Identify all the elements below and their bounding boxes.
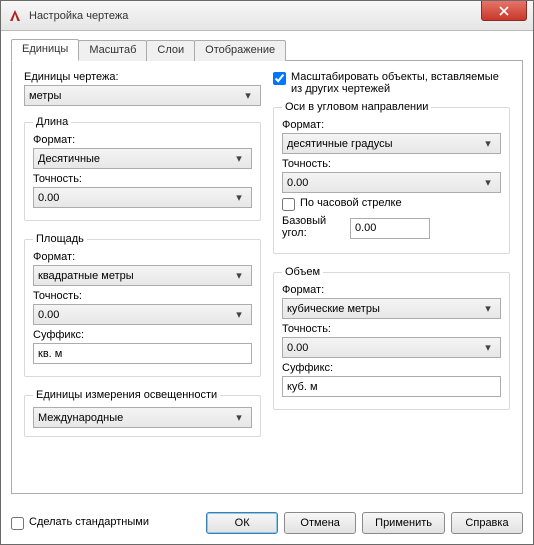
volume-suffix-input[interactable]: куб. м [282, 376, 501, 397]
area-precision-label: Точность: [33, 290, 252, 302]
volume-precision-label: Точность: [282, 323, 501, 335]
length-format-value: Десятичные [38, 153, 100, 165]
tab-body-units: Единицы чертежа: метры ▾ Длина Формат: Д… [11, 61, 523, 494]
chevron-down-icon: ▾ [480, 176, 496, 189]
area-group: Площадь Формат: квадратные метры ▾ Точно… [24, 233, 261, 377]
chevron-down-icon: ▾ [231, 152, 247, 165]
volume-format-combo[interactable]: кубические метры ▾ [282, 298, 501, 319]
ok-button[interactable]: ОК [206, 512, 278, 534]
angle-group: Оси в угловом направлении Формат: десяти… [273, 101, 510, 254]
tab-strip: Единицы Масштаб Слои Отображение [11, 39, 523, 61]
left-column: Единицы чертежа: метры ▾ Длина Формат: Д… [24, 71, 261, 483]
illum-legend: Единицы измерения освещенности [33, 389, 220, 401]
clockwise-check[interactable]: По часовой стрелке [282, 197, 501, 211]
base-angle-label: Базовый угол: [282, 215, 342, 239]
area-suffix-label: Суффикс: [33, 329, 252, 341]
illum-value: Международные [38, 412, 123, 424]
volume-group: Объем Формат: кубические метры ▾ Точност… [273, 266, 510, 410]
base-angle-input[interactable]: 0.00 [350, 218, 430, 239]
angle-format-combo[interactable]: десятичные градусы ▾ [282, 133, 501, 154]
chevron-down-icon: ▾ [240, 89, 256, 102]
dialog-window: Настройка чертежа Единицы Масштаб Слои О… [0, 0, 534, 545]
clockwise-label: По часовой стрелке [300, 197, 402, 209]
make-default-label: Сделать стандартными [29, 516, 149, 528]
angle-format-label: Формат: [282, 119, 501, 131]
chevron-down-icon: ▾ [231, 269, 247, 282]
chevron-down-icon: ▾ [231, 308, 247, 321]
angle-format-value: десятичные градусы [287, 138, 393, 150]
tab-layers[interactable]: Слои [146, 40, 195, 61]
app-icon [7, 8, 23, 24]
base-angle-value: 0.00 [355, 222, 376, 234]
area-precision-value: 0.00 [38, 309, 59, 321]
make-default-checkbox[interactable] [11, 517, 24, 530]
volume-format-label: Формат: [282, 284, 501, 296]
angle-precision-label: Точность: [282, 158, 501, 170]
drawing-units-combo[interactable]: метры ▾ [24, 85, 261, 106]
clockwise-checkbox[interactable] [282, 198, 295, 211]
cancel-button[interactable]: Отмена [284, 512, 356, 534]
titlebar[interactable]: Настройка чертежа [1, 1, 533, 31]
drawing-units-label: Единицы чертежа: [24, 71, 261, 83]
area-format-label: Формат: [33, 251, 252, 263]
volume-suffix-label: Суффикс: [282, 362, 501, 374]
client-area: Единицы Масштаб Слои Отображение Единицы… [1, 31, 533, 504]
tab-scale[interactable]: Масштаб [78, 40, 147, 61]
chevron-down-icon: ▾ [231, 411, 247, 424]
illum-group: Единицы измерения освещенности Междунаро… [24, 389, 261, 437]
help-button[interactable]: Справка [451, 512, 523, 534]
length-precision-combo[interactable]: 0.00 ▾ [33, 187, 252, 208]
length-format-combo[interactable]: Десятичные ▾ [33, 148, 252, 169]
length-precision-value: 0.00 [38, 192, 59, 204]
length-group: Длина Формат: Десятичные ▾ Точность: 0.0… [24, 116, 261, 221]
volume-legend: Объем [282, 266, 323, 278]
area-precision-combo[interactable]: 0.00 ▾ [33, 304, 252, 325]
footer: Сделать стандартными ОК Отмена Применить… [1, 504, 533, 544]
angle-legend: Оси в угловом направлении [282, 101, 431, 113]
chevron-down-icon: ▾ [480, 302, 496, 315]
volume-suffix-value: куб. м [287, 381, 318, 393]
chevron-down-icon: ▾ [231, 191, 247, 204]
tab-display[interactable]: Отображение [194, 40, 286, 61]
length-format-label: Формат: [33, 134, 252, 146]
window-title: Настройка чертежа [29, 10, 128, 22]
tab-units[interactable]: Единицы [11, 39, 79, 61]
chevron-down-icon: ▾ [480, 341, 496, 354]
area-format-value: квадратные метры [38, 270, 134, 282]
volume-precision-combo[interactable]: 0.00 ▾ [282, 337, 501, 358]
drawing-units-value: метры [29, 90, 61, 102]
length-precision-label: Точность: [33, 173, 252, 185]
make-default-check[interactable]: Сделать стандартными [11, 516, 149, 530]
scale-objects-checkbox[interactable] [273, 72, 286, 85]
length-legend: Длина [33, 116, 71, 128]
area-format-combo[interactable]: квадратные метры ▾ [33, 265, 252, 286]
close-button[interactable] [481, 1, 527, 21]
area-legend: Площадь [33, 233, 87, 245]
scale-objects-label: Масштабировать объекты, вставляемые из д… [291, 71, 510, 95]
chevron-down-icon: ▾ [480, 137, 496, 150]
volume-format-value: кубические метры [287, 303, 380, 315]
apply-button[interactable]: Применить [362, 512, 445, 534]
right-column: Масштабировать объекты, вставляемые из д… [273, 71, 510, 483]
volume-precision-value: 0.00 [287, 342, 308, 354]
illum-combo[interactable]: Международные ▾ [33, 407, 252, 428]
area-suffix-input[interactable]: кв. м [33, 343, 252, 364]
area-suffix-value: кв. м [38, 348, 62, 360]
angle-precision-combo[interactable]: 0.00 ▾ [282, 172, 501, 193]
scale-objects-check[interactable]: Масштабировать объекты, вставляемые из д… [273, 71, 510, 95]
angle-precision-value: 0.00 [287, 177, 308, 189]
